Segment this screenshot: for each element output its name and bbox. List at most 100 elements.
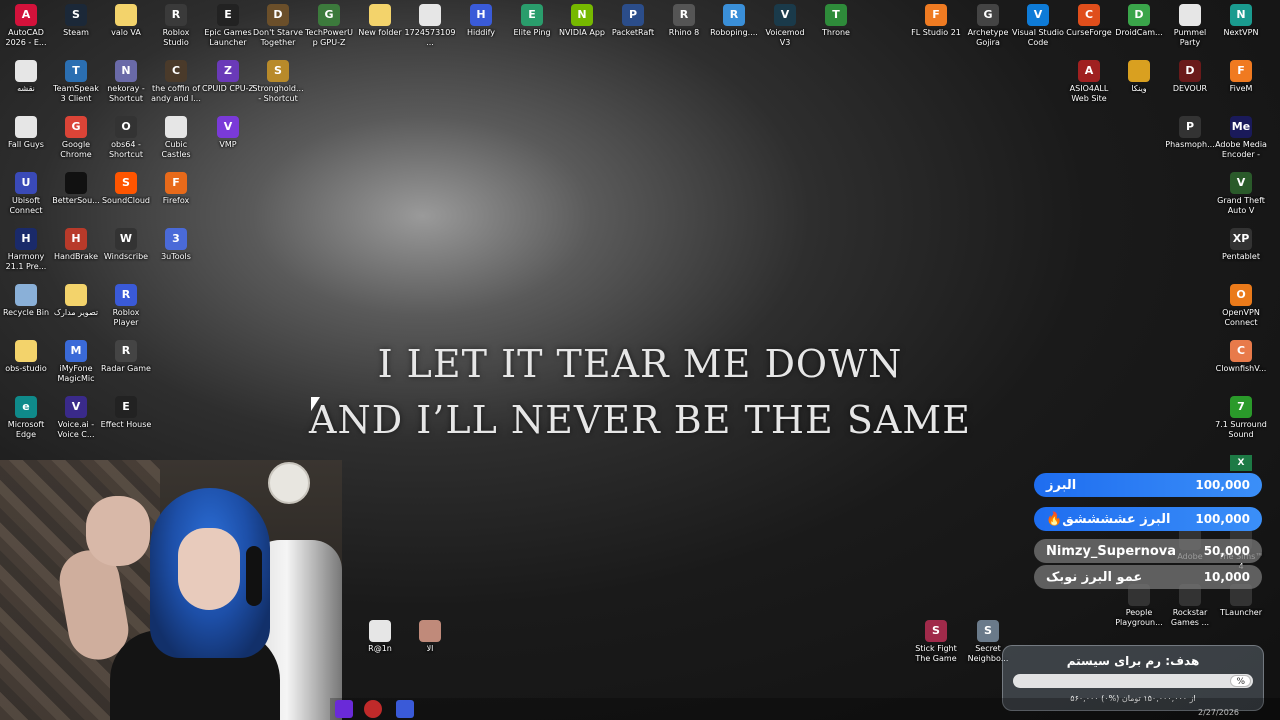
- desktop-shortcut-label: DroidCam...: [1115, 28, 1163, 37]
- desktop-shortcut[interactable]: N NextVPN: [1215, 4, 1267, 38]
- taskbar-chart-icon[interactable]: [396, 700, 414, 718]
- desktop-shortcut[interactable]: C CurseForge: [1063, 4, 1115, 38]
- app-icon: e: [15, 396, 37, 418]
- desktop-shortcut[interactable]: e Microsoft Edge: [0, 396, 52, 440]
- desktop-shortcut[interactable]: Me Adobe Media Encoder - S...: [1215, 116, 1267, 160]
- desktop-shortcut[interactable]: V Visual Studio Code: [1012, 4, 1064, 48]
- taskbar-app-icon[interactable]: [335, 700, 353, 718]
- desktop-shortcut[interactable]: Nnekoray - Shortcut: [100, 60, 152, 104]
- desktop-shortcut[interactable]: W Windscribe: [100, 228, 152, 262]
- desktop-shortcut[interactable]: F FiveM: [1215, 60, 1267, 94]
- desktop-shortcut[interactable]: V VMP: [202, 116, 254, 150]
- desktop-shortcut[interactable]: Fall Guys: [0, 116, 52, 150]
- desktop-shortcut-label: Roboping....: [710, 28, 758, 37]
- desktop-shortcut-label: Roblox Player: [112, 308, 140, 327]
- desktop-shortcut[interactable]: Recycle Bin: [0, 284, 52, 318]
- desktop-shortcut[interactable]: S Steam: [50, 4, 102, 38]
- app-icon: [65, 172, 87, 194]
- desktop-shortcut-label: BetterSou...: [52, 196, 100, 205]
- desktop-shortcut[interactable]: 7 7.1 Surround Sound: [1215, 396, 1267, 440]
- desktop-shortcut[interactable]: E Epic Games Launcher: [202, 4, 254, 48]
- desktop-shortcut[interactable]: Oobs64 - Shortcut: [100, 116, 152, 160]
- desktop-shortcut[interactable]: New folder: [354, 4, 406, 38]
- desktop-shortcut-label: تصویر مدارک: [53, 308, 99, 317]
- desktop-shortcut[interactable]: MiMyFone MagicMic: [50, 340, 102, 384]
- desktop-shortcut[interactable]: G Archetype Gojira: [962, 4, 1014, 48]
- desktop-shortcut[interactable]: A ASIO4ALL Web Site: [1063, 60, 1115, 104]
- desktop-shortcut[interactable]: E Effect House: [100, 396, 152, 430]
- desktop-shortcut[interactable]: R Rhino 8: [658, 4, 710, 38]
- desktop-shortcut[interactable]: R Roblox Player: [100, 284, 152, 328]
- desktop-shortcut-label: VMP: [219, 140, 237, 149]
- desktop-shortcut[interactable]: C ClownfishV...: [1215, 340, 1267, 374]
- wallpaper-lyrics: I LET IT TEAR ME DOWN AND I’LL NEVER BE …: [260, 336, 1020, 448]
- desktop-shortcut-label: Adobe Media Encoder - S...: [1215, 140, 1267, 159]
- desktop-shortcut[interactable]: A AutoCAD 2026 - E...: [0, 4, 52, 48]
- desktop-shortcut[interactable]: T Throne: [810, 4, 862, 38]
- desktop-shortcut[interactable]: R@1n: [354, 620, 406, 654]
- desktop-shortcut-label: Phasmoph...: [1165, 140, 1215, 149]
- desktop-shortcut[interactable]: D DroidCam...: [1113, 4, 1165, 38]
- app-icon: [115, 4, 137, 26]
- desktop-shortcut[interactable]: تصویر مدارک: [50, 284, 102, 318]
- desktop-shortcut-label: FL Studio 21: [911, 28, 961, 37]
- taskbar-obs-icon[interactable]: [364, 700, 382, 718]
- desktop-shortcut[interactable]: O OpenVPN Connect: [1215, 284, 1267, 328]
- desktop-shortcut[interactable]: H Harmony 21.1 Pre...: [0, 228, 52, 272]
- desktop-shortcut[interactable]: TLauncher: [1215, 584, 1267, 618]
- desktop-shortcut[interactable]: N NVIDIA App: [556, 4, 608, 38]
- app-icon: S: [925, 620, 947, 642]
- app-icon: [369, 620, 391, 642]
- desktop-shortcut[interactable]: Cthe coffin of andy and l...: [150, 60, 202, 104]
- desktop-shortcut[interactable]: Z CPUID CPU-Z: [202, 60, 254, 94]
- desktop-shortcut-label: valo VA: [111, 28, 141, 37]
- desktop-shortcut[interactable]: V Grand Theft Auto V: [1215, 172, 1267, 216]
- donor-row: عمو البرز نوبک 10,000: [1034, 565, 1262, 589]
- app-icon: Me: [1230, 116, 1252, 138]
- desktop-shortcut[interactable]: People Playgroun...: [1113, 584, 1165, 628]
- desktop-shortcut[interactable]: valo VA: [100, 4, 152, 38]
- desktop-shortcut[interactable]: E Elite Ping: [506, 4, 558, 38]
- desktop-shortcut[interactable]: R Roboping....: [708, 4, 760, 38]
- desktop-shortcut[interactable]: V Voice.ai - Voice C...: [50, 396, 102, 440]
- excel-icon[interactable]: X: [1230, 455, 1252, 471]
- desktop-shortcut[interactable]: 1724573109...: [404, 4, 456, 48]
- desktop-shortcut[interactable]: R Radar Game: [100, 340, 152, 374]
- desktop-shortcut[interactable]: H Hiddify: [455, 4, 507, 38]
- desktop-shortcut[interactable]: F FL Studio 21: [910, 4, 962, 38]
- donor-amount: 100,000: [1195, 478, 1250, 492]
- desktop-shortcut[interactable]: P PacketRaft: [607, 4, 659, 38]
- desktop-shortcut[interactable]: U Ubisoft Connect: [0, 172, 52, 216]
- desktop-shortcut[interactable]: P Phasmoph...: [1164, 116, 1216, 150]
- desktop-shortcut[interactable]: Rockstar Games ...: [1164, 584, 1216, 628]
- desktop-shortcut[interactable]: G Google Chrome: [50, 116, 102, 160]
- desktop-shortcut[interactable]: D Don't Starve Together: [252, 4, 304, 48]
- desktop-shortcut[interactable]: Pummel Party: [1164, 4, 1216, 48]
- desktop-shortcut[interactable]: XP Pentablet: [1215, 228, 1267, 262]
- desktop-shortcut[interactable]: V Voicemod V3: [759, 4, 811, 48]
- desktop-shortcut[interactable]: 3 3uTools: [150, 228, 202, 262]
- app-icon: XP: [1230, 228, 1252, 250]
- desktop-shortcut[interactable]: Cubic Castles: [150, 116, 202, 160]
- desktop-shortcut[interactable]: obs-studio: [0, 340, 52, 374]
- app-icon: V: [1230, 172, 1252, 194]
- app-icon: P: [1179, 116, 1201, 138]
- desktop-shortcut[interactable]: T TeamSpeak 3 Client: [50, 60, 102, 104]
- desktop-shortcut[interactable]: الا: [404, 620, 456, 654]
- desktop-shortcut[interactable]: S Stronghold... - Shortcut: [252, 60, 304, 104]
- desktop-shortcut[interactable]: R Roblox Studio: [150, 4, 202, 48]
- desktop-shortcut-label: TLauncher: [1219, 608, 1263, 617]
- desktop-shortcut-label: Steam: [63, 28, 89, 37]
- desktop-shortcut[interactable]: G TechPowerUp GPU-Z: [303, 4, 355, 48]
- desktop-shortcut[interactable]: S SoundCloud: [100, 172, 152, 206]
- desktop-shortcut[interactable]: BetterSou...: [50, 172, 102, 206]
- desktop-shortcut[interactable]: وینکا: [1113, 60, 1165, 94]
- desktop-shortcut[interactable]: S Stick Fight The Game: [910, 620, 962, 664]
- desktop-shortcut[interactable]: D DEVOUR: [1164, 60, 1216, 94]
- app-icon: H: [470, 4, 492, 26]
- desktop-shortcut[interactable]: نقشه: [0, 60, 52, 94]
- desktop-shortcut[interactable]: H HandBrake: [50, 228, 102, 262]
- app-icon: T: [65, 60, 87, 82]
- desktop-shortcut[interactable]: F Firefox: [150, 172, 202, 206]
- desktop-shortcut-label: obs64 - Shortcut: [108, 140, 144, 159]
